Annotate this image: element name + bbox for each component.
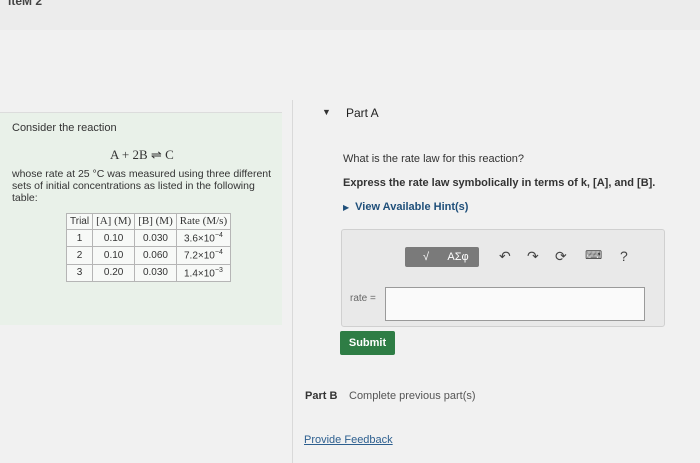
column-separator bbox=[292, 100, 293, 463]
problem-description: whose rate at 25 °C was measured using t… bbox=[12, 168, 272, 204]
rate-answer-input[interactable] bbox=[385, 287, 645, 321]
question-text: What is the rate law for this reaction? bbox=[343, 153, 524, 165]
problem-intro: Consider the reaction bbox=[12, 122, 117, 134]
redo-icon[interactable]: ↷ bbox=[527, 248, 539, 265]
rate-label: rate = bbox=[350, 293, 376, 304]
cell-a: 0.10 bbox=[92, 228, 136, 248]
expand-triangle-icon: ▶ bbox=[343, 203, 350, 212]
part-b-status: Complete previous part(s) bbox=[349, 390, 476, 402]
cell-b: 0.030 bbox=[134, 228, 177, 248]
view-hints-link[interactable]: ▶ View Available Hint(s) bbox=[343, 201, 468, 213]
reaction-equation: A + 2B ⇌ C bbox=[110, 147, 174, 162]
table-row: 1 0.10 0.030 3.6×10−4 bbox=[65, 228, 232, 248]
table-header-row: Trial [A] (M) [B] (M) Rate (M/s) bbox=[65, 213, 232, 230]
header-trial: Trial bbox=[65, 213, 94, 230]
square-root-icon: √ bbox=[422, 251, 430, 263]
top-bar: iteM 2 bbox=[0, 0, 700, 30]
cell-a: 0.20 bbox=[92, 263, 136, 282]
cell-a: 0.10 bbox=[92, 246, 136, 265]
item-title-fragment: iteM 2 bbox=[8, 0, 43, 8]
part-a-header[interactable]: Part A bbox=[322, 106, 379, 120]
help-icon[interactable]: ? bbox=[620, 248, 628, 264]
cell-rate: 7.2×10−4 bbox=[175, 246, 232, 265]
header-rate: Rate (M/s) bbox=[175, 213, 232, 230]
table-row: 3 0.20 0.030 1.4×10−3 bbox=[65, 263, 232, 282]
cell-trial: 1 bbox=[65, 228, 94, 248]
undo-icon[interactable]: ↶ bbox=[499, 248, 511, 265]
cell-rate: 1.4×10−3 bbox=[175, 263, 232, 282]
keyboard-icon[interactable]: ⌨ bbox=[585, 248, 602, 262]
concentration-table: Trial [A] (M) [B] (M) Rate (M/s) 1 0.10 … bbox=[65, 213, 232, 282]
header-a: [A] (M) bbox=[92, 213, 136, 230]
cell-trial: 3 bbox=[65, 263, 94, 282]
part-b-label: Part B bbox=[305, 390, 338, 402]
provide-feedback-link[interactable]: Provide Feedback bbox=[304, 434, 393, 446]
reset-icon[interactable]: ⟳ bbox=[555, 248, 567, 265]
header-b: [B] (M) bbox=[134, 213, 177, 230]
cell-b: 0.030 bbox=[134, 263, 177, 282]
instruction-text: Express the rate law symbolically in ter… bbox=[343, 177, 656, 189]
cell-rate: 3.6×10−4 bbox=[175, 228, 232, 248]
cell-trial: 2 bbox=[65, 246, 94, 265]
cell-b: 0.060 bbox=[134, 246, 177, 265]
problem-panel: Consider the reaction A + 2B ⇌ C whose r… bbox=[0, 112, 282, 325]
submit-button[interactable]: Submit bbox=[340, 331, 395, 355]
table-row: 2 0.10 0.060 7.2×10−4 bbox=[65, 246, 232, 265]
greek-symbols-button[interactable]: ΑΣφ bbox=[437, 247, 479, 267]
